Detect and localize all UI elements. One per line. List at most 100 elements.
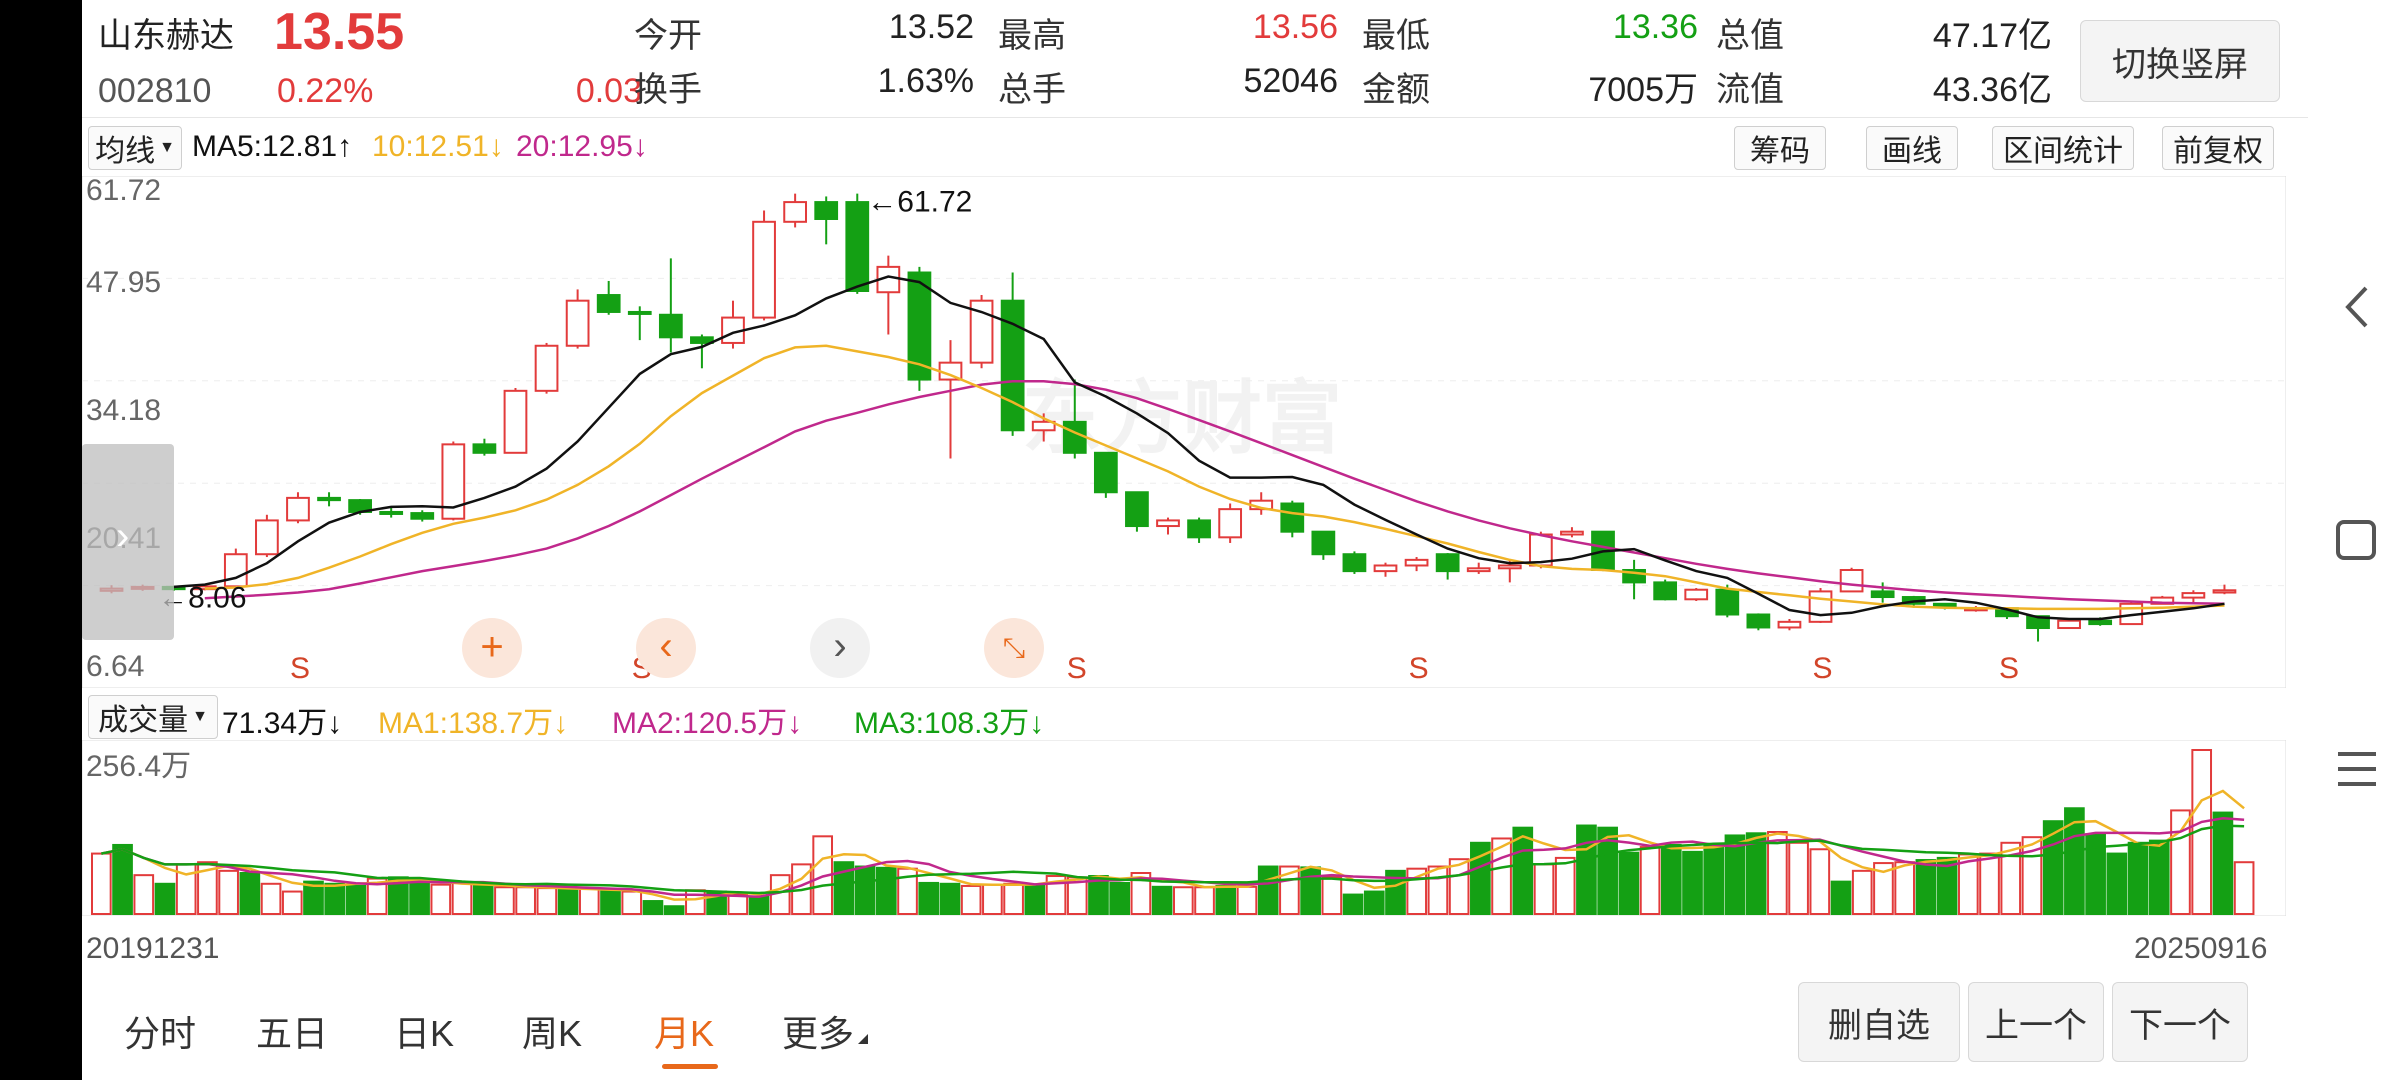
volume-bar-down	[1151, 885, 1173, 916]
s-marker: S	[1999, 652, 2019, 685]
volume-bar-up	[1003, 882, 1024, 915]
volume-bar-up	[430, 883, 452, 916]
back-icon[interactable]	[2338, 282, 2378, 332]
volume-bar-down	[1576, 824, 1597, 915]
tab-more[interactable]: 更多	[782, 1005, 854, 1057]
field-label: 金额	[1362, 71, 1430, 109]
field-value: 13.52	[888, 8, 974, 46]
volume-bar-down	[748, 895, 770, 916]
volume-ma3: MA3:108.3万↓	[854, 707, 1045, 740]
chip-button[interactable]: 筹码	[1734, 126, 1826, 170]
candle-up	[1560, 530, 1584, 536]
volume-bar-up	[1809, 848, 1831, 915]
candle-up	[1777, 620, 1802, 629]
volume-bar-up	[1194, 886, 1215, 916]
volume-bar-up	[1979, 852, 2000, 915]
add-marker-button[interactable]: +	[462, 618, 522, 678]
candle-down	[814, 201, 839, 220]
candle-up	[752, 220, 776, 319]
volume-bar-down	[1915, 859, 1937, 916]
adjust-button[interactable]: 前复权	[2162, 126, 2274, 170]
stock-code: 002810	[98, 72, 212, 110]
field-value: 47.17亿	[1932, 17, 2052, 55]
candle-up	[1218, 508, 1243, 539]
volume-value: 71.34万↓	[222, 707, 343, 740]
volume-bar-up	[133, 874, 155, 916]
candle-up	[2057, 619, 2081, 630]
candle-down	[1311, 530, 1336, 556]
volume-bar-up	[260, 882, 282, 915]
volume-bar-up	[2233, 861, 2255, 915]
tab-monthly-k[interactable]: 月K	[654, 1005, 714, 1057]
candle-down	[1870, 590, 1895, 599]
previous-stock-button[interactable]: 上一个	[1968, 982, 2104, 1062]
volume-bar-up	[960, 884, 982, 916]
draw-line-button[interactable]: 画线	[1866, 126, 1958, 170]
volume-bar-down	[557, 888, 579, 915]
volume-bar-up	[494, 886, 515, 916]
volume-bar-down	[1830, 880, 1852, 915]
candle-up	[255, 519, 279, 556]
volume-bar-down	[239, 872, 261, 915]
volume-bar-down	[600, 889, 621, 915]
volume-bar-down	[642, 900, 664, 915]
volume-max-label: 256.4万	[86, 750, 191, 783]
recent-apps-icon[interactable]	[2332, 744, 2382, 794]
field-label: 今开	[634, 17, 702, 55]
next-arrow-button[interactable]: ›	[810, 618, 870, 678]
candle-down	[1342, 553, 1367, 573]
shrink-icon[interactable]: ⤡	[984, 618, 1044, 678]
volume-bar-up	[1427, 865, 1449, 915]
candle-down	[845, 201, 870, 292]
volume-bar-down	[875, 866, 897, 915]
remove-watchlist-button[interactable]: 删自选	[1798, 982, 1960, 1062]
volume-bar-up	[218, 869, 239, 915]
candle-up	[1497, 564, 1522, 570]
volume-bar-down	[918, 881, 940, 915]
volume-selector[interactable]: 成交量 ▼	[88, 695, 218, 739]
volume-bar-down	[1215, 884, 1237, 916]
candle-up	[1404, 558, 1429, 567]
volume-bar-down	[1682, 850, 1703, 915]
y-axis-label: 47.95	[86, 266, 161, 299]
volume-bar-up	[1173, 886, 1194, 916]
candle-down	[410, 512, 435, 520]
volume-bar-up	[1448, 858, 1470, 916]
volume-chart[interactable]: 256.4万	[82, 740, 2286, 916]
tab-five-day[interactable]: 五日	[256, 1005, 328, 1057]
volume-bar-down	[1745, 832, 1767, 915]
volume-bar-up	[1236, 885, 1258, 916]
volume-bar-down	[2042, 820, 2064, 915]
kline-chart[interactable]: 东方财富 61.7247.9534.1820.416.64←61.72←8.06…	[82, 176, 2286, 688]
volume-bar-down	[1257, 865, 1279, 915]
field-label: 流值	[1716, 71, 1784, 109]
ma-selector[interactable]: 均线 ▼	[88, 126, 182, 170]
candle-down	[1093, 451, 1118, 494]
switch-portrait-button[interactable]: 切换竖屏	[2080, 20, 2280, 102]
candle-down	[596, 294, 621, 313]
candle-down	[627, 310, 652, 315]
candle-up	[1373, 564, 1398, 573]
candle-up	[534, 344, 559, 392]
y-axis-label: 34.18	[86, 394, 161, 427]
tab-intraday[interactable]: 分时	[124, 1005, 196, 1057]
volume-bar-down	[409, 882, 430, 915]
tab-daily-k[interactable]: 日K	[394, 1005, 454, 1057]
candle-up	[565, 299, 590, 347]
side-panel-handle[interactable]: ›	[82, 444, 174, 640]
range-stats-button[interactable]: 区间统计	[1992, 126, 2134, 170]
field-value: 13.56	[1252, 8, 1338, 46]
s-marker: S	[1067, 652, 1087, 685]
volume-bar-down	[2064, 807, 2085, 915]
candle-up	[1466, 567, 1491, 573]
candle-down	[379, 510, 404, 515]
prev-arrow-button[interactable]: ‹	[636, 618, 696, 678]
tab-weekly-k[interactable]: 周K	[522, 1005, 582, 1057]
volume-bar-down	[2148, 839, 2170, 915]
home-icon[interactable]	[2332, 516, 2382, 566]
next-stock-button[interactable]: 下一个	[2112, 982, 2248, 1062]
volume-bar-down	[1660, 843, 1682, 915]
field-value: 1.63%	[877, 62, 974, 100]
volume-ma2: MA2:120.5万↓	[612, 707, 803, 740]
candle-down	[1715, 588, 1740, 616]
